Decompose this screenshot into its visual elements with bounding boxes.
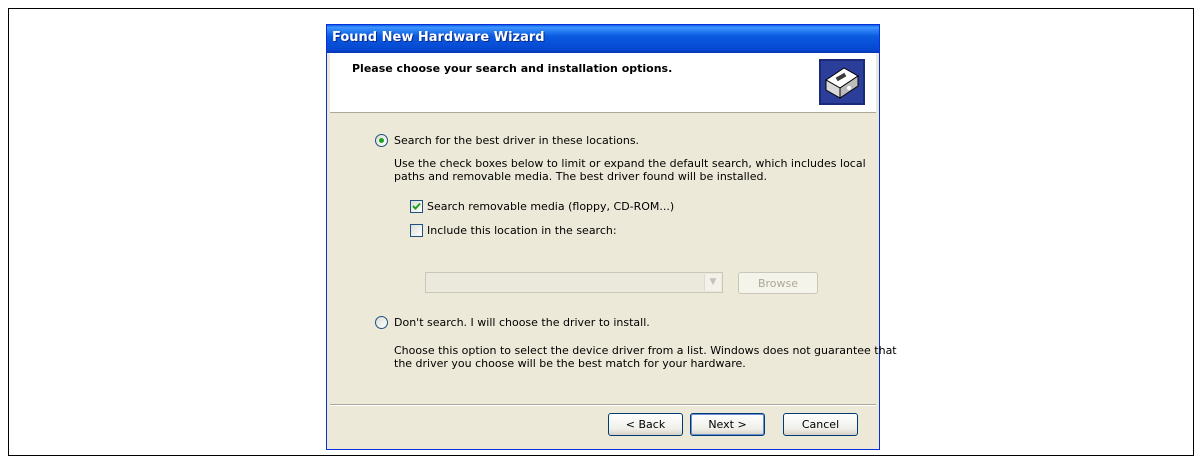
- dont-search-option-label[interactable]: Don't search. I will choose the driver t…: [394, 316, 650, 329]
- search-description-line1: Use the check boxes below to limit or ex…: [394, 157, 866, 170]
- dont-search-description-line2: the driver you choose will be the best m…: [394, 357, 746, 370]
- cancel-button[interactable]: Cancel: [783, 413, 858, 436]
- back-button[interactable]: < Back: [608, 413, 683, 436]
- include-location-checkbox[interactable]: [410, 224, 423, 237]
- dont-search-radio[interactable]: [375, 316, 388, 329]
- search-option-label[interactable]: Search for the best driver in these loca…: [394, 134, 639, 147]
- removable-media-checkbox[interactable]: [410, 200, 423, 213]
- search-radio[interactable]: [375, 134, 388, 147]
- title-bar[interactable]: Found New Hardware Wizard: [327, 25, 879, 53]
- include-location-label[interactable]: Include this location in the search:: [427, 224, 617, 237]
- next-button[interactable]: Next >: [690, 413, 765, 436]
- chevron-down-icon[interactable]: ▼: [704, 274, 721, 291]
- checkmark-icon: [412, 202, 421, 210]
- radio-selected-dot: [379, 138, 384, 143]
- button-separator: [330, 404, 876, 406]
- window-title: Found New Hardware Wizard: [332, 30, 545, 45]
- browse-button[interactable]: Browse: [738, 272, 818, 294]
- hardware-wizard-icon: [819, 59, 865, 105]
- location-combobox[interactable]: ▼: [425, 272, 723, 293]
- dont-search-description-line1: Choose this option to select the device …: [394, 344, 897, 357]
- wizard-window: Found New Hardware Wizard Please choose …: [326, 24, 897, 450]
- header-title: Please choose your search and installati…: [352, 62, 673, 75]
- wizard-client-area: Please choose your search and installati…: [330, 53, 897, 446]
- wizard-header: Please choose your search and installati…: [330, 53, 876, 113]
- search-description-line2: paths and removable media. The best driv…: [394, 170, 767, 183]
- removable-media-label[interactable]: Search removable media (floppy, CD-ROM..…: [427, 200, 674, 213]
